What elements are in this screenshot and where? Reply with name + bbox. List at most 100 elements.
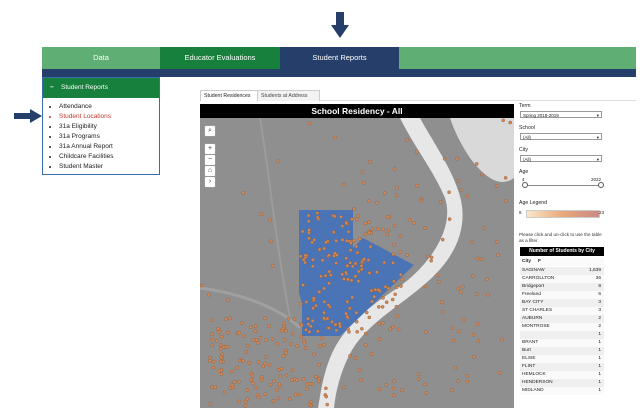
student-location-dot[interactable] — [486, 292, 490, 297]
student-location-dot[interactable] — [334, 328, 339, 333]
student-location-dot[interactable] — [314, 374, 318, 379]
student-location-dot[interactable] — [497, 371, 502, 375]
student-location-dot[interactable] — [211, 359, 216, 364]
student-location-dot[interactable] — [364, 310, 369, 315]
student-location-dot[interactable] — [209, 337, 214, 342]
student-location-dot[interactable] — [324, 394, 328, 399]
student-location-dot[interactable] — [476, 339, 481, 343]
student-location-dot[interactable] — [391, 325, 395, 329]
student-location-dot[interactable] — [200, 283, 204, 288]
student-location-dot[interactable] — [423, 284, 428, 289]
student-location-dot[interactable] — [322, 246, 326, 251]
student-location-dot[interactable] — [396, 327, 401, 332]
student-location-dot[interactable] — [471, 332, 476, 337]
student-location-dot[interactable] — [441, 237, 445, 242]
student-location-dot[interactable] — [307, 228, 311, 232]
student-location-dot[interactable] — [349, 278, 354, 283]
student-location-dot[interactable] — [300, 323, 304, 328]
student-location-dot[interactable] — [398, 250, 403, 254]
student-location-dot[interactable] — [267, 363, 272, 367]
student-location-dot[interactable] — [345, 263, 350, 268]
student-location-dot[interactable] — [456, 286, 460, 291]
student-location-dot[interactable] — [300, 229, 305, 234]
student-location-dot[interactable] — [382, 260, 387, 265]
tab-educator-evaluations[interactable]: Educator Evaluations — [160, 47, 280, 69]
student-location-dot[interactable] — [258, 336, 263, 340]
student-location-dot[interactable] — [353, 356, 358, 360]
student-location-dot[interactable] — [310, 319, 315, 323]
student-location-dot[interactable] — [251, 381, 255, 385]
student-location-dot[interactable] — [333, 322, 338, 327]
student-location-dot[interactable] — [380, 305, 385, 309]
student-location-dot[interactable] — [310, 264, 315, 269]
student-location-dot[interactable] — [340, 272, 344, 276]
student-location-dot[interactable] — [301, 257, 306, 262]
student-location-dot[interactable] — [391, 252, 396, 257]
student-location-dot[interactable] — [474, 162, 479, 166]
student-location-dot[interactable] — [287, 397, 292, 401]
student-location-dot[interactable] — [357, 368, 362, 372]
student-location-dot[interactable] — [209, 318, 214, 322]
student-location-dot[interactable] — [306, 213, 311, 218]
student-location-dot[interactable] — [207, 292, 211, 297]
student-location-dot[interactable] — [218, 347, 223, 351]
student-location-dot[interactable] — [241, 359, 245, 363]
student-location-dot[interactable] — [435, 273, 439, 277]
student-location-dot[interactable] — [416, 377, 421, 381]
student-location-dot[interactable] — [369, 352, 374, 356]
student-location-dot[interactable] — [354, 217, 359, 222]
student-location-dot[interactable] — [314, 303, 318, 308]
student-location-dot[interactable] — [324, 240, 328, 244]
student-location-dot[interactable] — [368, 159, 372, 164]
student-location-dot[interactable] — [394, 304, 399, 309]
student-location-dot[interactable] — [348, 261, 352, 265]
student-location-dot[interactable] — [399, 284, 403, 288]
student-location-dot[interactable] — [270, 337, 275, 341]
student-location-dot[interactable] — [255, 341, 260, 345]
student-location-dot[interactable] — [394, 285, 399, 290]
student-location-dot[interactable] — [220, 352, 224, 357]
student-location-dot[interactable] — [247, 361, 252, 365]
student-location-dot[interactable] — [309, 400, 313, 404]
student-location-dot[interactable] — [253, 329, 258, 333]
student-location-dot[interactable] — [304, 300, 309, 304]
student-location-dot[interactable] — [213, 385, 217, 390]
student-location-dot[interactable] — [388, 327, 392, 331]
student-location-dot[interactable] — [363, 221, 368, 226]
student-location-dot[interactable] — [465, 374, 469, 378]
student-location-dot[interactable] — [392, 223, 397, 228]
student-location-dot[interactable] — [232, 380, 236, 384]
student-location-dot[interactable] — [281, 326, 286, 331]
student-location-dot[interactable] — [472, 355, 476, 359]
student-location-dot[interactable] — [394, 193, 399, 198]
student-location-dot[interactable] — [400, 277, 404, 282]
student-location-dot[interactable] — [370, 227, 375, 232]
student-location-dot[interactable] — [295, 378, 299, 382]
student-location-dot[interactable] — [329, 273, 333, 277]
student-location-dot[interactable] — [284, 351, 288, 355]
student-location-dot[interactable] — [359, 378, 363, 383]
student-location-dot[interactable] — [282, 354, 286, 358]
student-location-dot[interactable] — [407, 217, 412, 222]
student-location-dot[interactable] — [355, 330, 359, 334]
student-location-dot[interactable] — [267, 324, 271, 328]
student-location-dot[interactable] — [322, 286, 326, 291]
student-location-dot[interactable] — [451, 338, 456, 343]
student-location-dot[interactable] — [334, 239, 338, 243]
student-location-dot[interactable] — [357, 269, 361, 274]
student-location-dot[interactable] — [208, 359, 212, 363]
student-location-dot[interactable] — [429, 255, 434, 260]
student-location-dot[interactable] — [395, 185, 399, 190]
student-location-dot[interactable] — [377, 337, 382, 341]
menu-item-31a-programs[interactable]: 31a Programs — [59, 132, 159, 142]
student-location-dot[interactable] — [312, 238, 317, 242]
student-location-dot[interactable] — [356, 214, 360, 218]
student-location-dot[interactable] — [306, 316, 310, 321]
student-location-dot[interactable] — [359, 264, 364, 268]
student-location-dot[interactable] — [240, 321, 244, 325]
menu-item-childcare-facilities[interactable]: Childcare Facilities — [59, 152, 159, 162]
student-location-dot[interactable] — [424, 330, 428, 334]
student-location-dot[interactable] — [367, 199, 371, 203]
student-location-dot[interactable] — [264, 355, 269, 359]
student-location-dot[interactable] — [360, 327, 364, 331]
